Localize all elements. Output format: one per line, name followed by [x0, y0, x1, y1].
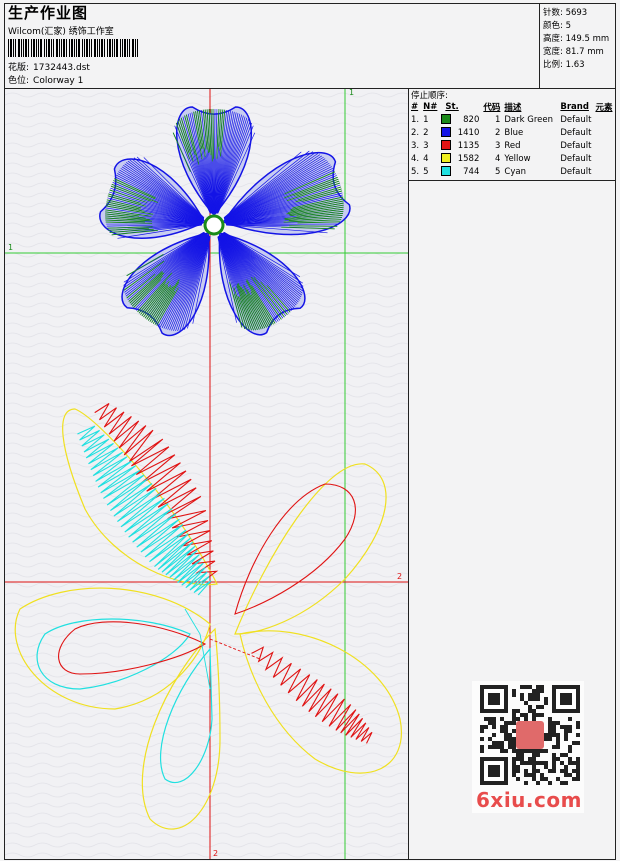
- row-needle: 3: [423, 140, 429, 151]
- table-row: 1. 1 820 1 Dark Green Default: [409, 113, 614, 126]
- table-row: 5. 5 744 5 Cyan Default: [409, 165, 614, 178]
- row-index: 1.: [411, 114, 420, 125]
- design-label: 花版:: [8, 63, 30, 73]
- row-element: [593, 165, 614, 178]
- col-description: 描述: [504, 102, 522, 113]
- row-brand: Default: [560, 140, 592, 151]
- row-index: 2.: [411, 127, 420, 138]
- stat-label: 针数:: [543, 8, 563, 18]
- table-header-row: # N# St. 代码 描述 Brand 元素: [409, 100, 614, 113]
- stat-width: 宽度: 81.7 mm: [543, 45, 604, 57]
- row-element: [593, 152, 614, 165]
- row-needle-cell: 5: [421, 165, 439, 178]
- row-needle: 5: [423, 166, 429, 177]
- row-stitches: 1582: [457, 153, 480, 164]
- col-needle: N#: [423, 101, 438, 112]
- stat-label: 颜色:: [543, 21, 563, 31]
- row-needle-cell: 2: [421, 126, 439, 139]
- color-swatch: [441, 127, 452, 138]
- row-needle: 2: [423, 127, 429, 138]
- colorway-label: 色位:: [8, 76, 30, 86]
- red-axis-label-bottom: 2: [213, 849, 219, 858]
- stat-value: 5693: [565, 8, 588, 18]
- row-element: [593, 126, 614, 139]
- green-axis-label-top: 1: [349, 88, 355, 97]
- table-row: 3. 3 1135 3 Red Default: [409, 139, 614, 152]
- row-needle: 1: [423, 114, 429, 125]
- stat-value: 1.63: [565, 60, 585, 70]
- stat-value: 149.5 mm: [565, 34, 610, 44]
- green-axis-label-left: 1: [8, 243, 14, 252]
- stat-value: 81.7 mm: [565, 47, 604, 57]
- row-stitch-cell: 744: [439, 165, 481, 178]
- company-name: Wilcom(汇家) 绣饰工作室: [8, 27, 114, 37]
- stat-label: 高度:: [543, 34, 563, 44]
- design-canvas[interactable]: 1 1 2 2: [4, 88, 409, 860]
- colorway-name: Colorway 1: [33, 76, 84, 86]
- row-description: Red: [504, 140, 521, 151]
- row-code: 2: [494, 127, 501, 138]
- page-title: 生产作业图: [8, 4, 89, 22]
- stop-sequence-table: # N# St. 代码 描述 Brand 元素 1. 1 820 1 Dark Gree…: [409, 100, 614, 178]
- row-index: 3.: [411, 140, 420, 151]
- row-description: Yellow: [504, 153, 531, 164]
- col-element: 元素: [595, 102, 613, 113]
- row-element: [593, 139, 614, 152]
- row-code: 3: [494, 140, 501, 151]
- col-index: #: [411, 101, 419, 112]
- color-swatch: [441, 166, 452, 177]
- row-needle-cell: 4: [421, 152, 439, 165]
- row-brand: Default: [560, 114, 592, 125]
- stat-height: 高度: 149.5 mm: [543, 32, 609, 44]
- row-needle-cell: 3: [421, 139, 439, 152]
- stat-label: 宽度:: [543, 47, 563, 57]
- row-stitch-cell: 820: [439, 113, 481, 126]
- design-file-row: 花版: 1732443.dst: [8, 60, 94, 73]
- color-swatch: [441, 140, 452, 151]
- row-code: 4: [494, 153, 501, 164]
- table-row: 4. 4 1582 4 Yellow Default: [409, 152, 614, 165]
- row-index: 5.: [411, 166, 420, 177]
- color-swatch: [441, 153, 452, 164]
- row-stitch-cell: 1410: [439, 126, 481, 139]
- colorway-row: 色位: Colorway 1: [8, 73, 87, 86]
- row-stitches: 820: [463, 114, 480, 125]
- flower-center: [203, 214, 225, 236]
- table-row: 2. 2 1410 2 Blue Default: [409, 126, 614, 139]
- row-index: 4.: [411, 153, 420, 164]
- production-worksheet: 生产作业图 Wilcom(汇家) 绣饰工作室 花版: 1732443.dst 色位…: [0, 0, 620, 861]
- row-stitches: 1410: [457, 127, 480, 138]
- row-brand: Default: [560, 166, 592, 177]
- stat-label: 比例:: [543, 60, 563, 70]
- qr-code: [480, 685, 580, 785]
- row-code: 5: [494, 166, 501, 177]
- row-stitch-cell: 1582: [439, 152, 481, 165]
- row-code: 1: [494, 114, 501, 125]
- color-swatch: [441, 114, 452, 125]
- row-description: Dark Green: [504, 114, 554, 125]
- stat-stitches: 针数: 5693: [543, 6, 587, 18]
- col-code: 代码: [483, 102, 501, 113]
- row-stitches: 744: [463, 166, 480, 177]
- row-description: Blue: [504, 127, 524, 138]
- row-brand: Default: [560, 153, 592, 164]
- red-axis-label-right: 2: [397, 572, 403, 581]
- row-needle-cell: 1: [421, 113, 439, 126]
- barcode: [8, 39, 138, 57]
- design-file-name: 1732443.dst: [33, 63, 90, 73]
- row-element: [593, 113, 614, 126]
- stat-value: 5: [565, 21, 571, 31]
- row-stitch-cell: 1135: [439, 139, 481, 152]
- row-description: Cyan: [504, 166, 526, 177]
- row-stitches: 1135: [457, 140, 480, 151]
- col-brand: Brand: [560, 101, 589, 112]
- table-divider: [409, 180, 615, 181]
- row-brand: Default: [560, 127, 592, 138]
- watermark-text: 6xiu.com: [476, 788, 582, 812]
- stat-scale: 比例: 1.63: [543, 58, 585, 70]
- stat-colors: 颜色: 5: [543, 19, 571, 31]
- row-needle: 4: [423, 153, 429, 164]
- embroidery-drawing: [5, 89, 408, 859]
- col-stitches: St.: [445, 101, 459, 112]
